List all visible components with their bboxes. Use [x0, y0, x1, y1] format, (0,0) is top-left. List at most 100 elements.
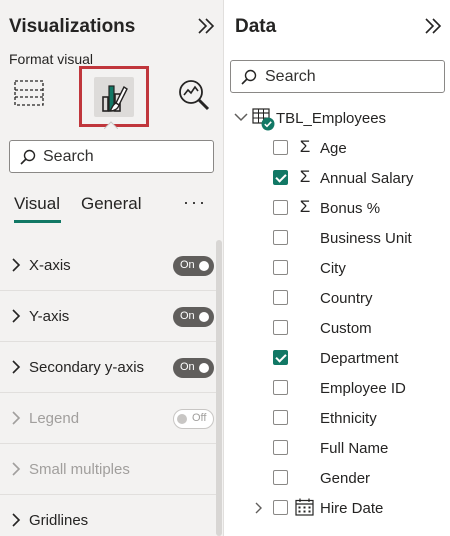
data-search-box[interactable] — [230, 60, 445, 93]
analytics-magnifier-icon[interactable] — [177, 78, 211, 112]
field-bonus[interactable]: Σ Bonus % — [225, 193, 450, 223]
visualizations-pane: Visualizations Format visual Search Visu… — [0, 0, 224, 536]
field-checkbox[interactable] — [273, 200, 288, 215]
sigma-icon: Σ — [299, 137, 311, 156]
section-label: Small multiples — [29, 461, 130, 478]
sigma-icon: Σ — [299, 167, 311, 186]
field-ethnicity[interactable]: Ethnicity — [225, 403, 450, 433]
field-checkbox[interactable] — [273, 410, 288, 425]
field-name: Custom — [320, 320, 372, 337]
data-pane: Data TBL_Employees Σ Age — [225, 0, 450, 536]
visualizations-title: Visualizations — [9, 16, 136, 37]
data-search-input[interactable] — [265, 66, 435, 88]
selected-caret-icon — [104, 121, 118, 129]
section-label: Secondary y-axis — [29, 359, 145, 376]
section-small-multiples[interactable]: Small multiples — [0, 444, 222, 495]
field-checkbox[interactable] — [273, 350, 288, 365]
chevron-right-icon — [12, 513, 21, 527]
field-name: Gender — [320, 470, 371, 487]
search-icon — [241, 69, 257, 85]
field-name: Hire Date — [320, 500, 384, 517]
toggle-knob — [177, 414, 187, 424]
section-label: Legend — [29, 410, 80, 427]
field-checkbox[interactable] — [273, 140, 288, 155]
toggle-knob — [199, 312, 209, 322]
collapse-data-icon[interactable] — [421, 15, 445, 37]
field-gender[interactable]: Gender — [225, 463, 450, 493]
tab-general-label: General — [81, 194, 142, 213]
field-name: Department — [320, 350, 399, 367]
field-hire-date[interactable]: Hire Date — [225, 493, 450, 523]
field-annual-salary[interactable]: Σ Annual Salary — [225, 163, 450, 193]
field-name: City — [320, 260, 346, 277]
legend-toggle[interactable]: Off — [173, 409, 214, 429]
chevron-right-icon — [12, 309, 21, 323]
format-visual-button[interactable] — [79, 66, 149, 127]
toggle-knob — [199, 261, 209, 271]
toggle-state-label: On — [180, 361, 195, 373]
field-checkbox[interactable] — [273, 230, 288, 245]
field-age[interactable]: Σ Age — [225, 133, 450, 163]
data-title: Data — [235, 16, 277, 37]
field-checkbox[interactable] — [273, 290, 288, 305]
more-options-icon[interactable]: ··· — [183, 192, 207, 213]
field-department[interactable]: Department — [225, 343, 450, 373]
visualizations-search-input[interactable] — [43, 146, 203, 168]
toggle-state-label: On — [180, 259, 195, 271]
field-checkbox[interactable] — [273, 470, 288, 485]
format-sections-list: X-axis On Y-axis On Secondary y-axis On — [0, 240, 222, 536]
field-name: Employee ID — [320, 380, 406, 397]
active-tab-underline — [14, 220, 61, 223]
collapse-visualizations-icon[interactable] — [194, 15, 218, 37]
format-visual-label: Format visual — [9, 51, 94, 67]
search-icon — [20, 149, 36, 165]
tab-general[interactable]: General — [81, 194, 141, 214]
chevron-right-icon — [12, 360, 21, 374]
field-checkbox[interactable] — [273, 170, 288, 185]
toggle-state-label: On — [180, 310, 195, 322]
section-label: Gridlines — [29, 512, 89, 529]
y-axis-toggle[interactable]: On — [173, 307, 214, 327]
format-paintbrush-icon — [94, 77, 134, 117]
section-y-axis[interactable]: Y-axis On — [0, 291, 222, 342]
secondary-y-axis-toggle[interactable]: On — [173, 358, 214, 378]
field-employee-id[interactable]: Employee ID — [225, 373, 450, 403]
field-name: Country — [320, 290, 373, 307]
field-business-unit[interactable]: Business Unit — [225, 223, 450, 253]
section-secondary-y-axis[interactable]: Secondary y-axis On — [0, 342, 222, 393]
section-gridlines[interactable]: Gridlines — [0, 495, 222, 536]
build-visual-icon[interactable] — [13, 78, 47, 110]
field-name: Annual Salary — [320, 170, 414, 187]
section-legend[interactable]: Legend Off — [0, 393, 222, 444]
toggle-knob — [199, 363, 209, 373]
field-custom[interactable]: Custom — [225, 313, 450, 343]
tab-visual[interactable]: Visual — [14, 194, 61, 223]
sigma-icon: Σ — [299, 197, 311, 216]
field-name: Bonus % — [320, 200, 381, 217]
field-list: Σ Age Σ Annual Salary Σ Bonus % Business… — [225, 133, 450, 523]
table-node[interactable]: TBL_Employees — [225, 104, 450, 132]
field-checkbox[interactable] — [273, 500, 288, 515]
section-x-axis[interactable]: X-axis On — [0, 240, 222, 291]
field-checkbox[interactable] — [273, 440, 288, 455]
field-checkbox[interactable] — [273, 320, 288, 335]
x-axis-toggle[interactable]: On — [173, 256, 214, 276]
field-full-name[interactable]: Full Name — [225, 433, 450, 463]
chevron-right-icon[interactable] — [254, 502, 264, 514]
chevron-right-icon — [12, 411, 21, 425]
table-name: TBL_Employees — [276, 110, 387, 127]
calendar-icon — [295, 498, 314, 516]
field-city[interactable]: City — [225, 253, 450, 283]
scrollbar[interactable] — [216, 240, 222, 536]
field-name: Ethnicity — [320, 410, 377, 427]
chevron-down-icon[interactable] — [234, 112, 248, 122]
visualizations-search-box[interactable] — [9, 140, 214, 173]
field-checkbox[interactable] — [273, 380, 288, 395]
toggle-state-label: Off — [192, 412, 207, 424]
section-label: Y-axis — [29, 308, 70, 325]
field-name: Age — [320, 140, 347, 157]
field-name: Full Name — [320, 440, 389, 457]
field-country[interactable]: Country — [225, 283, 450, 313]
field-checkbox[interactable] — [273, 260, 288, 275]
chevron-right-icon — [12, 258, 21, 272]
